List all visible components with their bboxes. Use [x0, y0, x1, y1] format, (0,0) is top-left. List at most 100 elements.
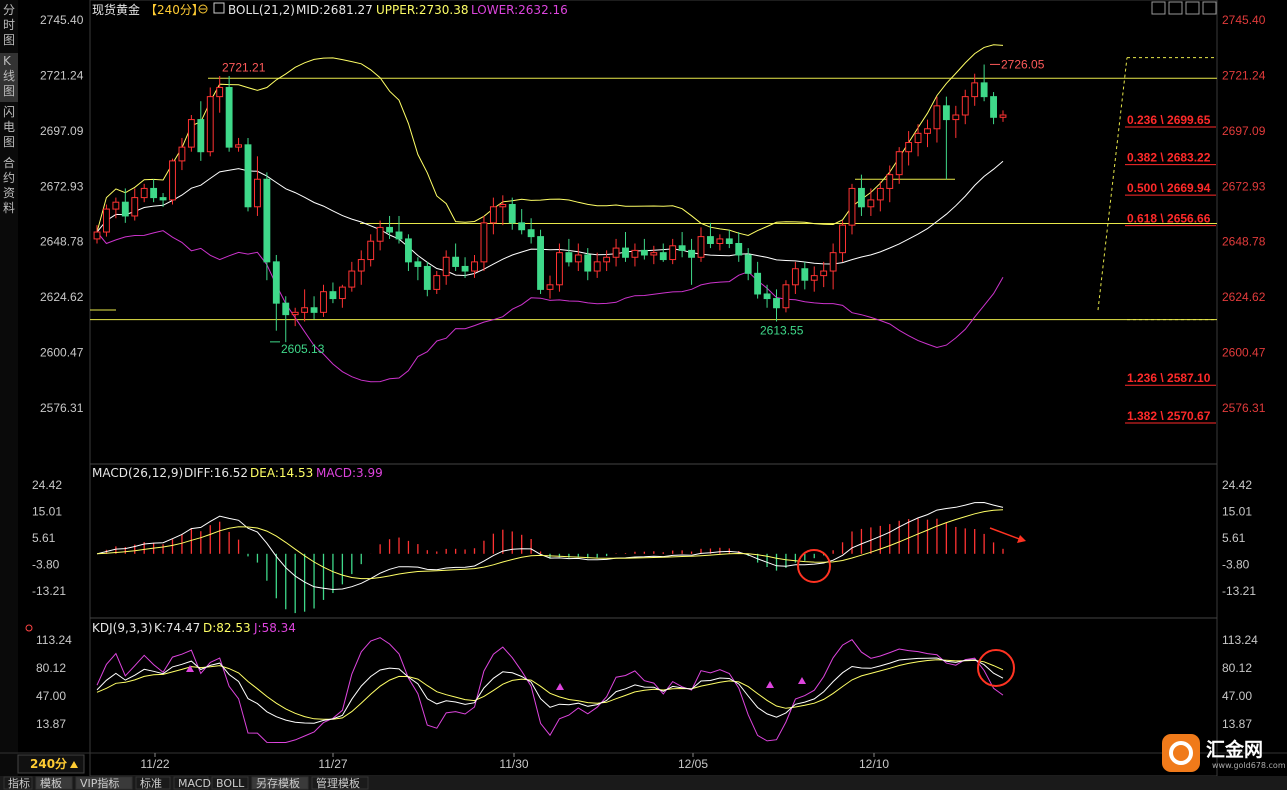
candle: [820, 261, 828, 288]
symbol-name: 现货黄金: [92, 2, 140, 17]
bottom-button[interactable]: 管理模板: [311, 776, 369, 790]
candle-body: [131, 197, 139, 217]
candle-body: [754, 272, 762, 295]
candle-body: [348, 270, 356, 288]
candle: [650, 245, 658, 265]
candle: [121, 188, 129, 223]
candle-body: [301, 307, 309, 313]
candle-body: [272, 261, 280, 304]
annot-high-left: 2721.21: [222, 61, 266, 75]
price-tick-left: 2600.47: [40, 346, 84, 360]
candle: [631, 243, 639, 267]
candle-body: [310, 307, 318, 313]
candle-body: [480, 222, 488, 263]
macd-tick-right: 15.01: [1222, 505, 1252, 519]
candle-body: [187, 119, 195, 148]
macd-axis: 24.42 24.42 15.01 15.01 5.61 5.61 -3.80 -3.80 -1…: [32, 478, 1256, 598]
macd-diff: DIFF:16.52: [184, 466, 248, 480]
crosshair-icon[interactable]: [1151, 1, 1166, 15]
fibonacci-levels: 0.236 \ 2699.65 0.382 \ 2683.22 0.500 \ 26…: [1097, 57, 1216, 424]
maximize-icon[interactable]: [1202, 1, 1217, 15]
candle-body: [414, 261, 422, 267]
annot-low-left: 2605.13: [281, 342, 325, 356]
bottom-button[interactable]: MACD: [173, 776, 211, 790]
candle-body: [971, 82, 979, 98]
kdj-marker-icon: [556, 683, 564, 690]
candle: [886, 165, 894, 203]
candle: [622, 232, 629, 262]
candle-body: [650, 252, 658, 256]
candle: [197, 101, 205, 161]
macd-dea-line: [96, 509, 1004, 580]
candle-body: [584, 254, 592, 272]
kdj-marker-icon: [766, 681, 774, 688]
bottom-button[interactable]: 模板: [35, 776, 73, 790]
fib-level-label: 0.618 \ 2656.66: [1127, 212, 1211, 226]
candle-body: [93, 231, 101, 240]
boll-mid-line: [96, 160, 1004, 277]
candle: [320, 284, 327, 317]
candle: [489, 197, 497, 235]
candle-body: [405, 238, 412, 263]
candle: [990, 92, 997, 125]
macd-dea: DEA:14.53: [250, 466, 313, 480]
candle: [442, 250, 450, 285]
layout-icon[interactable]: [1168, 1, 1183, 15]
grid-icon[interactable]: [1185, 1, 1200, 15]
candle-body: [471, 261, 478, 272]
candle: [414, 257, 422, 281]
candle: [423, 261, 431, 297]
candle: [480, 215, 488, 272]
period-label[interactable]: 【240分】: [145, 3, 204, 17]
time-label: 11/22: [140, 757, 169, 771]
candle: [527, 218, 535, 244]
candle: [876, 181, 884, 212]
candle-body: [914, 132, 922, 144]
candle-body: [622, 247, 629, 258]
candle-body: [433, 275, 441, 290]
boll-lower-line: [96, 230, 1004, 383]
candle-body: [461, 265, 469, 272]
candle-body: [659, 252, 667, 261]
bottom-button[interactable]: 指标: [3, 776, 33, 790]
candle: [744, 248, 752, 281]
macd-tick-left: -13.21: [32, 584, 66, 598]
side-tab-char: 资: [3, 186, 15, 200]
bottom-button-label: 标准: [140, 776, 162, 790]
stock-chart[interactable]: 分时图K线图闪电图合约资料 现货黄金 【240分】 BOLL(21,2) MID…: [0, 0, 1287, 790]
logo-name: 汇金网: [1206, 738, 1263, 761]
candle: [405, 234, 412, 272]
side-tab-char: 约: [3, 170, 15, 185]
candle-body: [244, 144, 252, 208]
candle-body: [357, 259, 365, 272]
candle-body: [829, 252, 837, 272]
price-tick-right: 2600.47: [1222, 346, 1266, 360]
candle: [556, 243, 563, 292]
side-tab-2[interactable]: 闪电图: [3, 105, 15, 149]
kdj-axis: 113.24 113.24 80.12 80.12 47.00 47.00 13.87 13.…: [36, 633, 1258, 731]
candle-body: [320, 291, 327, 313]
candle: [858, 174, 865, 216]
bottom-button[interactable]: VIP指标: [75, 776, 133, 790]
bottom-button[interactable]: 另存模板: [251, 776, 309, 790]
bottom-button[interactable]: 标准: [135, 776, 171, 790]
time-label: 11/30: [499, 757, 528, 771]
candle: [688, 238, 695, 285]
candle-body: [442, 256, 450, 277]
side-tab-0[interactable]: 分时图: [3, 3, 15, 47]
side-tab-char: 线: [3, 69, 15, 83]
candle-body: [810, 275, 818, 281]
candle: [603, 250, 611, 272]
candle: [348, 261, 356, 292]
candle: [508, 197, 516, 230]
candle: [499, 195, 507, 226]
candle-body: [933, 105, 941, 130]
candle: [782, 280, 790, 313]
side-tab-1[interactable]: K线图: [0, 53, 18, 102]
boll-toggle-icon[interactable]: [213, 2, 225, 14]
kdj-indicator-dot-icon[interactable]: [25, 624, 33, 632]
bottom-button[interactable]: BOLL: [211, 776, 249, 790]
candle-body: [423, 265, 431, 290]
fib-projection-line: [1097, 57, 1128, 311]
kdj-j-line: [96, 637, 1004, 743]
